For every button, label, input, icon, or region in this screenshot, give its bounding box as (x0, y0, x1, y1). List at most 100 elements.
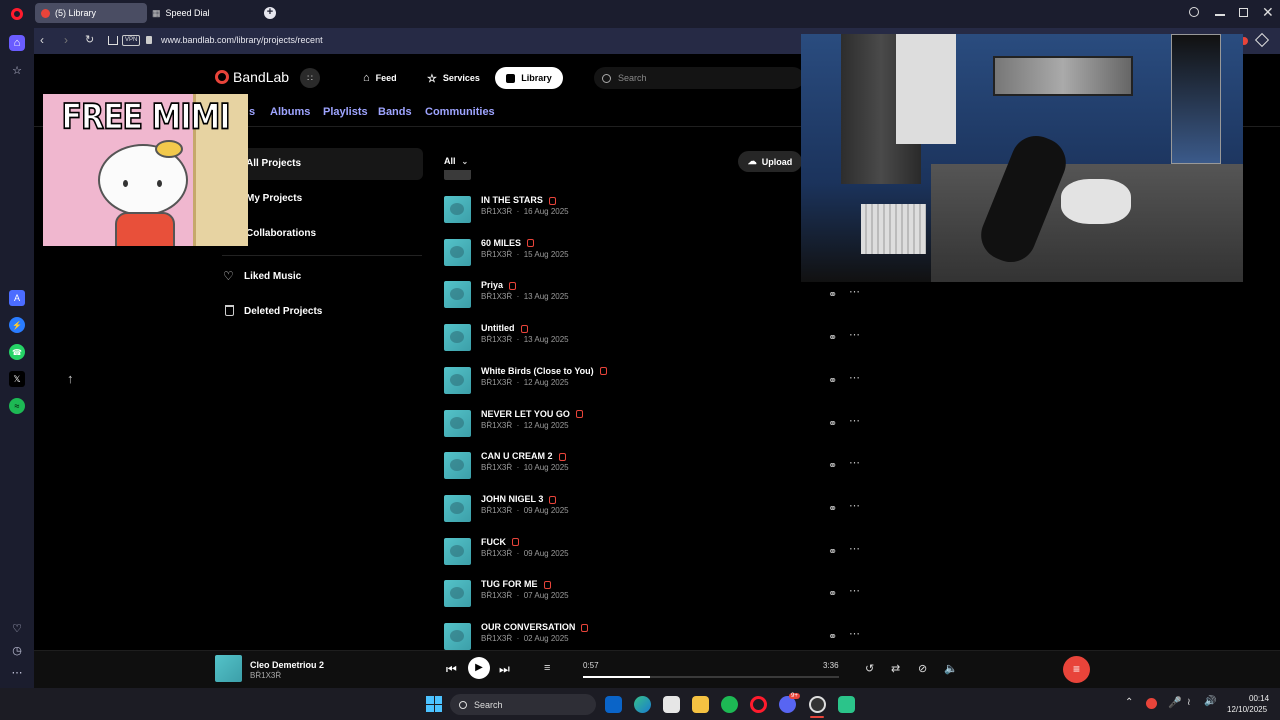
history-icon[interactable]: ◷ (9, 642, 25, 658)
project-title[interactable]: TUG FOR ME (481, 579, 551, 589)
nav-library[interactable]: Library (495, 67, 563, 89)
next-icon[interactable]: ⏭ (499, 662, 510, 677)
project-title[interactable]: IN THE STARS (481, 195, 556, 205)
project-title[interactable]: Untitled (481, 323, 528, 333)
forward-button[interactable]: › (64, 33, 68, 47)
project-title[interactable]: 60 MILES (481, 238, 535, 248)
spotify-taskbar-icon[interactable] (721, 696, 738, 713)
wifi-icon[interactable]: ≀ (1187, 697, 1191, 708)
collab-icon[interactable]: ⚭ (828, 288, 837, 301)
project-title[interactable]: Priya (481, 280, 517, 290)
project-thumbnail[interactable] (444, 537, 471, 565)
mixer-button[interactable]: ≡ (1063, 656, 1090, 683)
previous-icon[interactable]: ⏮ (446, 662, 457, 677)
volume-icon[interactable]: 🔈 (944, 662, 958, 675)
collab-icon[interactable]: ⚭ (828, 374, 837, 387)
project-thumbnail[interactable] (444, 580, 471, 608)
home-icon[interactable]: ⌂ (9, 35, 25, 51)
more-options-icon[interactable]: ⋯ (849, 542, 861, 555)
obs-icon[interactable] (809, 696, 826, 713)
project-thumbnail[interactable] (444, 238, 471, 266)
restore-button[interactable] (1239, 8, 1248, 17)
store-icon[interactable] (663, 696, 680, 713)
radio-off-icon[interactable]: ⊘ (918, 662, 927, 675)
file-explorer-icon[interactable] (692, 696, 709, 713)
tray-app-icon[interactable] (1146, 698, 1157, 709)
tray-chevron-icon[interactable]: ⌃ (1125, 697, 1133, 708)
project-thumbnail[interactable] (444, 281, 471, 309)
project-row[interactable]: Untitled BR̈1X3R̈ · 13 Aug 2025 ⚭ ⋯ (444, 323, 864, 358)
more-options-icon[interactable]: ⋯ (849, 456, 861, 469)
spotify-icon[interactable]: ≈ (9, 398, 25, 414)
side-collaborations[interactable]: Collaborations (246, 228, 316, 239)
project-title[interactable]: CAN U CREAM 2 (481, 451, 566, 461)
url-field[interactable]: www.bandlab.com/library/projects/recent (161, 35, 323, 45)
more-options-icon[interactable]: ⋯ (849, 285, 861, 298)
collab-icon[interactable]: ⚭ (828, 587, 837, 600)
side-liked-music[interactable]: Liked Music (244, 271, 301, 282)
reload-button[interactable]: ↻ (85, 33, 94, 46)
tab-library[interactable]: (5) Library (35, 3, 147, 23)
taskbar-search[interactable]: Search (450, 694, 596, 715)
now-playing-title[interactable]: Cleo Demetriou 2 (250, 660, 324, 670)
tab-projects-fragment[interactable]: s (249, 106, 255, 118)
collab-icon[interactable]: ⚭ (828, 459, 837, 472)
more-options-icon[interactable]: ⋯ (849, 584, 861, 597)
heart-icon[interactable]: ♡ (9, 620, 25, 636)
tab-playlists[interactable]: Playlists (323, 106, 368, 118)
speaker-icon[interactable]: 🔊 (1204, 696, 1216, 707)
tab-albums[interactable]: Albums (270, 106, 310, 118)
more-options-icon[interactable]: ⋯ (849, 499, 861, 512)
opera-logo-icon[interactable] (11, 8, 23, 20)
windows-start-icon[interactable] (426, 696, 442, 712)
side-all-projects[interactable]: All Projects (246, 158, 301, 169)
project-row[interactable]: CAN U CREAM 2 BR̈1X3R̈ · 10 Aug 2025 ⚭ ⋯ (444, 451, 864, 486)
filter-dropdown[interactable]: All ⌄ (444, 156, 468, 166)
project-row[interactable]: JOHN NIGEL 3 BR̈1X3R̈ · 09 Aug 2025 ⚭ ⋯ (444, 494, 864, 529)
tab-bands[interactable]: Bands (378, 106, 412, 118)
nav-feed[interactable]: ⌂ Feed (363, 68, 397, 88)
more-options-icon[interactable]: ⋯ (849, 371, 861, 384)
edge-icon[interactable] (634, 696, 651, 713)
more-icon[interactable]: ⋯ (9, 664, 25, 680)
clock-time[interactable]: 00:14 (1249, 694, 1269, 703)
x-icon[interactable]: 𝕏 (9, 371, 25, 387)
collab-icon[interactable]: ⚭ (828, 502, 837, 515)
tab-search-icon[interactable] (1189, 7, 1199, 17)
project-thumbnail[interactable] (444, 452, 471, 480)
project-thumbnail[interactable] (444, 196, 471, 223)
search-box[interactable]: Search (594, 67, 804, 89)
more-options-icon[interactable]: ⋯ (849, 414, 861, 427)
tab-speed-dial[interactable]: ▦ Speed Dial (146, 3, 258, 23)
new-tab-button[interactable]: + (264, 7, 276, 19)
project-title[interactable]: OUR CONVERSATION (481, 622, 589, 632)
project-title[interactable]: FUCK (481, 537, 519, 547)
collab-icon[interactable]: ⚭ (828, 417, 837, 430)
bandlab-logo[interactable]: BandLab (215, 69, 289, 85)
opera-taskbar-icon[interactable] (750, 696, 767, 713)
apps-grid-button[interactable]: ∷ (300, 68, 320, 88)
sound-bars-icon[interactable] (108, 36, 118, 45)
project-row[interactable]: FUCK BR̈1X3R̈ · 09 Aug 2025 ⚭ ⋯ (444, 537, 864, 572)
side-my-projects[interactable]: My Projects (246, 193, 302, 204)
star-icon[interactable]: ☆ (9, 62, 25, 78)
project-thumbnail[interactable] (444, 623, 471, 650)
scroll-top-icon[interactable]: ↑ (67, 371, 74, 386)
nav-services[interactable]: ☆ Services (427, 68, 480, 88)
play-button[interactable]: ▶ (468, 657, 490, 679)
vpn-badge[interactable]: VPN (122, 35, 141, 46)
project-title[interactable]: NEVER LET YOU GO (481, 409, 583, 419)
project-thumbnail[interactable] (444, 409, 471, 437)
microphone-icon[interactable]: 🎤 (1168, 696, 1182, 709)
project-row[interactable]: Priya BR̈1X3R̈ · 13 Aug 2025 ⚭ ⋯ (444, 280, 864, 315)
messenger-icon[interactable]: ⚡ (9, 317, 25, 333)
side-deleted-projects[interactable]: Deleted Projects (244, 306, 322, 317)
upload-button[interactable]: ☁ Upload (738, 151, 802, 172)
project-title[interactable]: JOHN NIGEL 3 (481, 494, 557, 504)
aria-icon[interactable]: A (9, 290, 25, 306)
project-row[interactable]: TUG FOR ME BR̈1X3R̈ · 07 Aug 2025 ⚭ ⋯ (444, 579, 864, 614)
collab-icon[interactable]: ⚭ (828, 545, 837, 558)
project-thumbnail[interactable] (444, 366, 471, 394)
more-options-icon[interactable]: ⋯ (849, 328, 861, 341)
tab-communities[interactable]: Communities (425, 106, 495, 118)
